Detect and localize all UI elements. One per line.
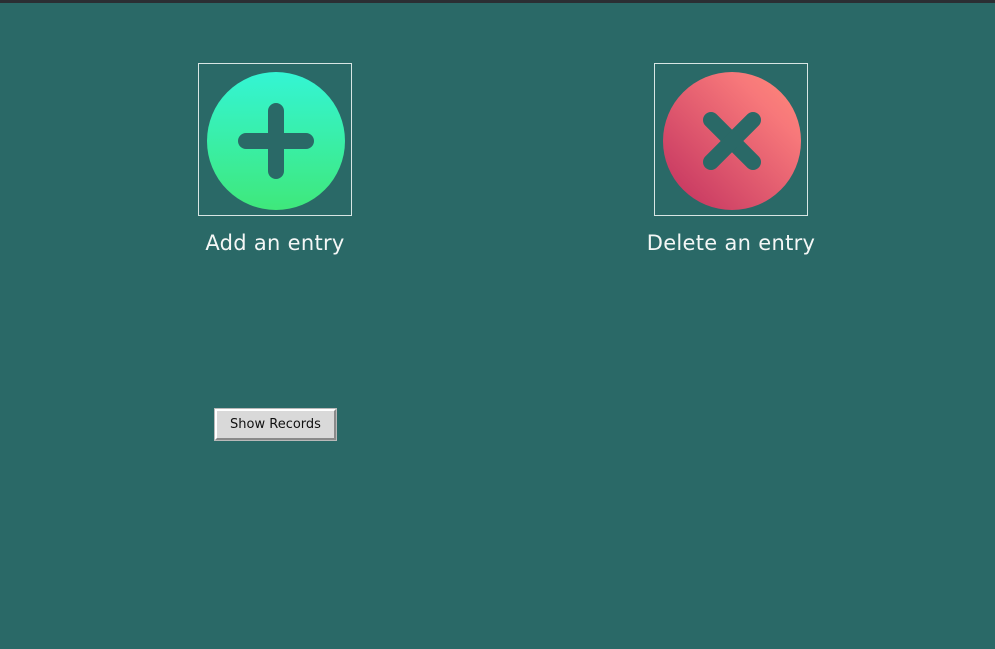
add-entry-button[interactable] xyxy=(198,63,352,216)
show-records-button[interactable]: Show Records xyxy=(214,408,337,441)
window-top-border xyxy=(0,0,995,3)
delete-entry-label: Delete an entry xyxy=(646,231,816,255)
add-entry-label: Add an entry xyxy=(205,231,345,255)
delete-entry-button[interactable] xyxy=(654,63,808,216)
x-icon xyxy=(663,72,801,210)
plus-icon xyxy=(207,72,345,210)
